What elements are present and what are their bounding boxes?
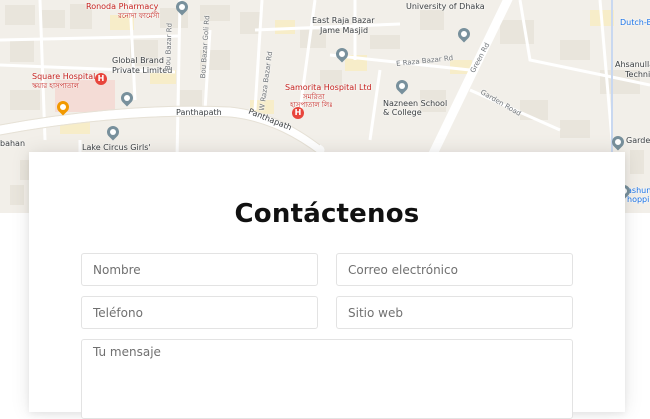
map-label-shopping: hoppin (627, 195, 650, 204)
map-label-ahsanullah: Ahsanulla (615, 60, 650, 69)
map-label-garden: Garde (626, 136, 650, 145)
map-label-and-college: & College (383, 108, 422, 117)
name-field[interactable] (81, 253, 318, 286)
map-label-samorita-hospital: Samorita Hospital Ltd (285, 83, 372, 92)
map-label-dutch-bangla: Dutch-B (620, 18, 650, 27)
map-label-technical: Techni (625, 70, 650, 79)
map-street-bou-bazar: Bou Bazar Rd (163, 22, 174, 71)
map-label-ronoda-pharmacy-bn: রনোদা ফার্মেসী (118, 12, 160, 20)
page-title: Contáctenos (234, 199, 420, 229)
email-field[interactable] (336, 253, 573, 286)
map-label-global-brand: Global Brand (112, 56, 164, 65)
website-field[interactable] (336, 296, 573, 329)
phone-field[interactable] (81, 296, 318, 329)
map-label-jame-masjid: Jame Masjid (320, 26, 369, 35)
map-label-square-hospital-bn: স্কয়ার হাসপাতাল (32, 82, 79, 90)
contact-card: Contáctenos (29, 152, 625, 419)
map-label-bahan: bahan (0, 139, 26, 148)
map-label-panthapath-1: Panthapath (176, 108, 222, 117)
map-label-east-raja-bazar: East Raja Bazar (312, 16, 375, 25)
hospital-icon[interactable]: H (292, 107, 304, 119)
message-field[interactable] (81, 339, 573, 419)
hospital-icon[interactable]: H (95, 73, 107, 85)
map-label-university: University of Dhaka (406, 2, 485, 11)
